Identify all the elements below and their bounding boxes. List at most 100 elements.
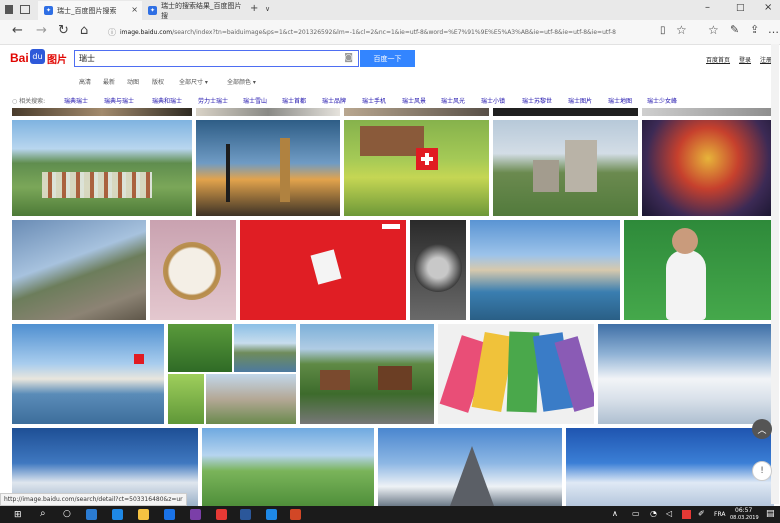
related-item[interactable]: 瑞士图片 [568,96,592,105]
image-thumbnail-tennis-player[interactable] [624,220,774,320]
image-thumbnail-castle-town[interactable] [206,374,296,424]
image-thumbnail-glacier[interactable] [598,324,774,424]
onenote-icon[interactable] [190,509,201,520]
image-thumbnail-forest[interactable] [168,324,232,372]
image-thumbnail-watch-movement[interactable] [410,220,466,320]
image-thumbnail-matterhorn[interactable] [378,428,562,506]
image-thumbnail-lake-flag[interactable] [12,324,164,424]
related-item[interactable]: 瑞士风景 [402,96,426,105]
login-link[interactable]: 登录 [739,55,751,64]
refresh-icon[interactable]: ↻ [58,23,69,38]
camera-icon[interactable]: ◙ [344,51,353,66]
close-tab-icon[interactable]: × [131,5,138,14]
pen-icon[interactable]: ✐ [698,509,705,518]
battery-icon[interactable]: ▭ [632,509,640,518]
clock-time[interactable]: 06:57 [735,507,752,514]
powerpoint-icon[interactable] [290,509,301,520]
filter-copyright[interactable]: 版权 [152,77,164,86]
related-item[interactable]: 瑞士风光 [441,96,465,105]
image-thumbnail-chalets[interactable] [300,324,434,424]
feedback-button[interactable]: ! [752,461,772,481]
related-item[interactable]: 瑞典与瑞士 [104,96,134,105]
image-thumbnail-green-field[interactable] [168,374,204,424]
notification-icon[interactable]: ▤ [766,509,775,519]
tray-chevron-icon[interactable]: ∧ [612,509,618,518]
language-indicator[interactable]: FRA [714,511,725,518]
tray-app-icon[interactable] [682,510,691,519]
file-explorer-icon[interactable] [138,509,149,520]
image-thumbnail-watch[interactable] [150,220,236,320]
related-item[interactable]: 劳力士瑞士 [198,96,228,105]
tab-baidu-search-results[interactable]: ✦ 瑞士的搜索结果_百度图片搜 [142,1,248,20]
image-thumbnail-mountain-hiker[interactable] [12,220,146,320]
app-icon[interactable] [216,509,227,520]
share-icon[interactable]: ⇪ [750,23,759,36]
related-item[interactable]: 瑞士小镇 [481,96,505,105]
related-item[interactable]: 瑞士品牌 [322,96,346,105]
windows-start-icon[interactable]: ⊞ [14,510,22,520]
maximize-button[interactable]: □ [736,3,745,13]
minimize-button[interactable]: – [705,2,710,13]
image-thumbnail-castle[interactable] [493,120,638,216]
home-icon[interactable]: ⌂ [80,23,88,38]
network-icon[interactable]: ◔ [650,509,657,518]
image-thumbnail[interactable] [12,108,192,116]
image-thumbnail-valley[interactable] [234,324,296,372]
search-button[interactable]: 百度一下 [360,50,415,67]
image-thumbnail[interactable] [344,108,489,116]
related-item[interactable]: 瑞典瑞士 [64,96,88,105]
image-thumbnail[interactable] [493,108,638,116]
word-icon[interactable] [240,509,251,520]
outlook-icon[interactable] [86,509,97,520]
url-field[interactable]: ⓘ image.baidu.com /search/index?tn=baidu… [108,23,668,41]
favorite-star-icon[interactable]: ☆ [676,23,687,37]
pen-notes-icon[interactable]: ✎ [730,23,739,36]
clock-date[interactable]: 08.03.2019 [730,515,759,521]
image-thumbnail-zurich-lake[interactable] [470,220,620,320]
image-thumbnail-big-ben[interactable] [196,120,340,216]
image-thumbnail-alpine-meadow[interactable] [202,428,374,506]
skype-icon[interactable] [164,509,175,520]
info-icon[interactable]: ⓘ [108,27,116,38]
scroll-to-top-button[interactable]: ︿ [752,419,772,439]
baidu-image-logo[interactable]: Bai du 图片 [10,48,72,66]
related-item[interactable]: 瑞典和瑞士 [152,96,182,105]
filter-latest[interactable]: 最新 [103,77,115,86]
search-input[interactable]: 瑞士 ◙ [74,50,359,67]
more-menu-icon[interactable]: … [768,23,779,36]
baidu-home-link[interactable]: 百度首页 [706,55,730,64]
search-icon[interactable]: ⌕ [40,508,46,519]
edge-icon[interactable] [112,509,123,520]
filter-color-dropdown[interactable]: 全部颜色 ▾ [227,77,256,86]
filter-animated[interactable]: 动图 [127,77,139,86]
cortana-icon[interactable]: ○ [63,509,71,519]
related-item[interactable]: 瑞士雪山 [243,96,267,105]
tab-preview-icon[interactable] [20,5,30,14]
window-menu-icon[interactable] [5,5,13,14]
image-thumbnail-toy-village[interactable] [642,120,774,216]
tab-baidu-image-search[interactable]: ✦ 瑞士_百度图片搜索 × [38,1,142,20]
image-thumbnail-swiss-francs[interactable] [438,324,594,424]
tab-menu-chevron-icon[interactable]: ∨ [265,5,270,13]
page-scrollbar[interactable] [771,44,779,504]
image-thumbnail-swiss-cross-red[interactable] [240,220,406,320]
related-item[interactable]: 瑞士手机 [362,96,386,105]
reading-view-icon[interactable]: ▯ [660,25,666,36]
image-thumbnail-swiss-flag-meadow[interactable] [344,120,489,216]
image-thumbnail[interactable] [196,108,340,116]
back-arrow-icon[interactable]: ← [12,23,23,38]
image-thumbnail-swiss-village[interactable] [12,120,192,216]
edge-active-icon[interactable] [266,509,277,520]
favorites-hub-icon[interactable]: ☆ [708,23,719,37]
close-window-button[interactable]: × [764,2,772,13]
filter-size-dropdown[interactable]: 全部尺寸 ▾ [179,77,208,86]
forward-arrow-icon[interactable]: → [36,23,47,38]
related-item[interactable]: 瑞士首都 [282,96,306,105]
related-item[interactable]: 瑞士地图 [608,96,632,105]
image-thumbnail[interactable] [642,108,774,116]
filter-hd[interactable]: 高清 [79,77,91,86]
volume-icon[interactable]: ◁ [666,509,672,518]
related-item[interactable]: 瑞士苏黎世 [522,96,552,105]
image-thumbnail-snowy-town[interactable] [566,428,774,506]
related-item[interactable]: 瑞士少女峰 [647,96,677,105]
